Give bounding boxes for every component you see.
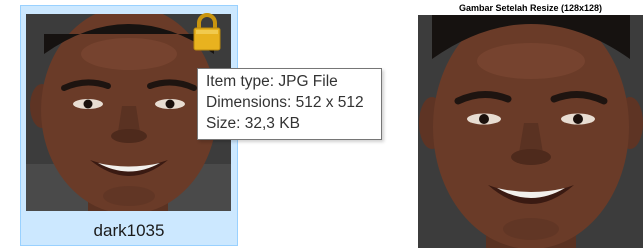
tooltip-size: Size: 32,3 KB [206, 115, 300, 132]
file-name-label: dark1035 [93, 221, 165, 240]
file-info-tooltip: Item type: JPG File Dimensions: 512 x 51… [197, 68, 382, 140]
resized-image [418, 15, 643, 248]
tooltip-dimensions: Dimensions: 512 x 512 [206, 94, 364, 111]
tooltip-item-type: Item type: JPG File [206, 73, 338, 90]
face-resized-image [418, 15, 643, 248]
lock-icon [192, 12, 222, 52]
resized-image-title: Gambar Setelah Resize (128x128) [458, 3, 603, 13]
